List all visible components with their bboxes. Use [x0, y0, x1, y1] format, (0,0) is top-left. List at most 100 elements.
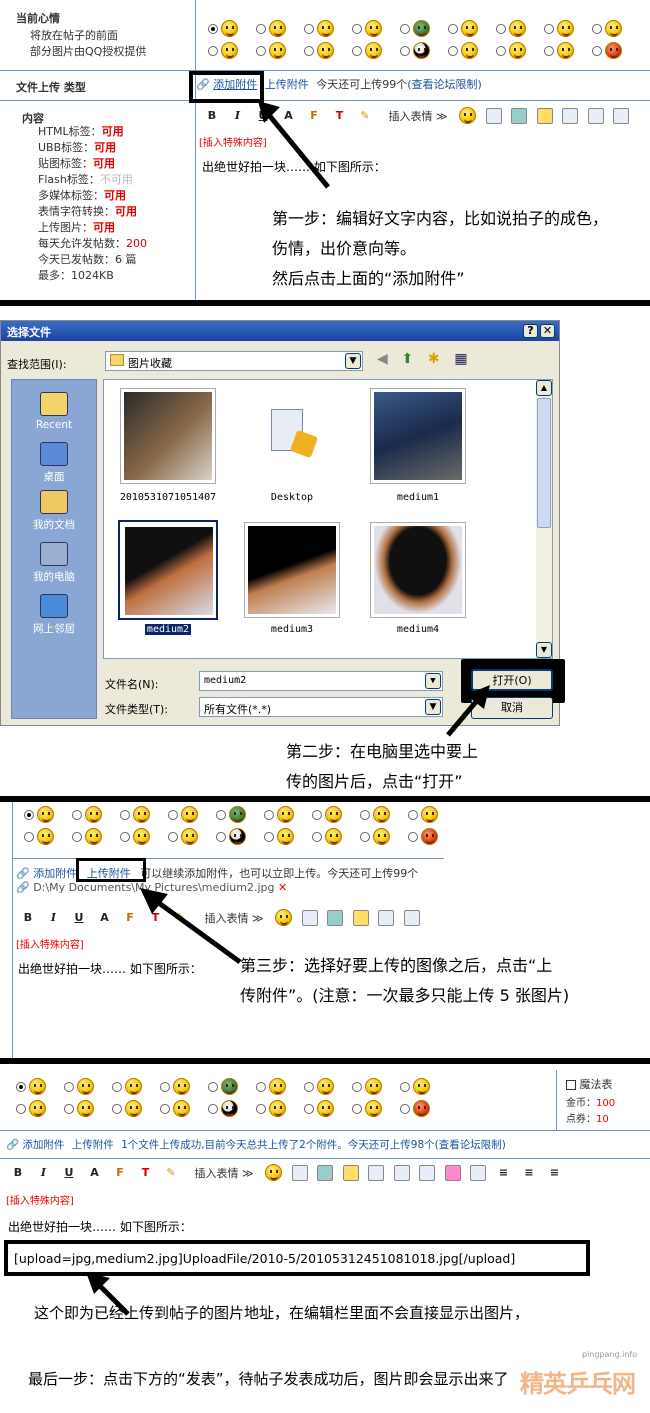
file-thumb[interactable] [120, 388, 216, 484]
mood-option[interactable] [304, 1078, 352, 1095]
italic-button[interactable]: I [36, 1165, 52, 1181]
mood-option[interactable] [24, 828, 72, 845]
mood-radio[interactable] [544, 23, 554, 34]
highlighter-icon[interactable]: ✎ [163, 1165, 179, 1181]
mood-radio[interactable] [352, 1081, 362, 1092]
people-icon[interactable] [485, 107, 502, 124]
mood-option[interactable] [544, 20, 592, 37]
music-icon[interactable] [352, 909, 369, 926]
italic-button[interactable]: I [46, 910, 62, 926]
mood-radio[interactable] [448, 23, 458, 34]
mood-option[interactable] [312, 828, 360, 845]
mood-option[interactable] [256, 42, 304, 59]
editor-body-text[interactable]: 出绝世好拍一块…… 如下图所示： [8, 1218, 192, 1235]
mood-radio[interactable] [16, 1081, 26, 1092]
places-item[interactable]: 网上邻居 [12, 594, 96, 636]
mood-row-1[interactable] [208, 20, 640, 42]
chevron-down-icon[interactable]: ▼ [425, 673, 441, 689]
file-list[interactable]: ▲ ▼ 2010531071051407 Desktop medium1 med… [103, 379, 553, 659]
highlighter-icon[interactable]: ✎ [357, 108, 373, 124]
mood-radio[interactable] [24, 831, 34, 842]
mood-option[interactable] [400, 1078, 448, 1095]
mood-option[interactable] [448, 20, 496, 37]
mood-option[interactable] [208, 20, 256, 37]
mood-row-1[interactable] [24, 806, 456, 828]
mood-option[interactable] [160, 1078, 208, 1095]
upload-attach-link[interactable]: 上传附件 [72, 1139, 114, 1151]
scroll-down-button[interactable]: ▼ [536, 642, 552, 658]
mood-radio[interactable] [208, 23, 218, 34]
mood-radio[interactable] [24, 809, 34, 820]
bold-button[interactable]: B [10, 1165, 26, 1181]
mood-row-2[interactable] [16, 1100, 448, 1122]
mood-option[interactable] [208, 1078, 256, 1095]
mood-option[interactable] [64, 1078, 112, 1095]
mood-radio[interactable] [256, 45, 266, 56]
mood-radio[interactable] [496, 23, 506, 34]
smiley-icon[interactable] [459, 107, 477, 124]
mood-radio[interactable] [592, 23, 602, 34]
mood-option[interactable] [160, 1100, 208, 1117]
mood-option[interactable] [216, 828, 264, 845]
file-thumb-selected[interactable] [118, 520, 218, 620]
music-icon[interactable] [342, 1164, 359, 1181]
mood-radio[interactable] [160, 1103, 170, 1114]
mood-option[interactable] [112, 1100, 160, 1117]
mood-option[interactable] [256, 1100, 304, 1117]
mood-option[interactable] [304, 42, 352, 59]
special-content-link[interactable]: [插入特殊内容] [16, 936, 84, 951]
mood-radio[interactable] [360, 831, 370, 842]
mood-radio[interactable] [72, 809, 82, 820]
upload-attach-link[interactable]: 上传附件 [265, 78, 309, 91]
mood-option[interactable] [24, 806, 72, 823]
bold-button[interactable]: B [204, 108, 220, 124]
image-icon[interactable] [327, 909, 344, 926]
file-thumb[interactable] [370, 388, 466, 484]
places-item[interactable]: 桌面 [12, 442, 96, 484]
limit-link[interactable]: (查看论坛限制) [435, 1139, 506, 1151]
font-face-button[interactable]: F [112, 1165, 128, 1181]
mood-radio[interactable] [256, 1081, 266, 1092]
mood-option[interactable] [168, 828, 216, 845]
underline-button[interactable]: U [71, 910, 87, 926]
mood-option[interactable] [208, 42, 256, 59]
mood-option[interactable] [120, 806, 168, 823]
table-icon[interactable] [419, 1164, 436, 1181]
filetype-select[interactable]: 所有文件(*.*) ▼ [199, 697, 443, 717]
image-icon[interactable] [317, 1164, 334, 1181]
add-attach-link[interactable]: 添加附件 [22, 1139, 64, 1151]
underline-button[interactable]: U [61, 1165, 77, 1181]
smiley-icon[interactable] [275, 909, 293, 926]
mood-option[interactable] [544, 42, 592, 59]
code-icon[interactable] [378, 909, 395, 926]
scroll-up-button[interactable]: ▲ [536, 380, 552, 396]
mood-radio[interactable] [544, 45, 554, 56]
insert-emote-button[interactable]: 插入表情 ≫ [389, 110, 448, 123]
mood-option[interactable] [208, 1100, 256, 1117]
mood-option[interactable] [408, 806, 456, 823]
mood-option[interactable] [64, 1100, 112, 1117]
chevron-down-icon[interactable]: ▼ [425, 699, 441, 715]
mood-option[interactable] [400, 20, 448, 37]
mood-radio[interactable] [408, 809, 418, 820]
mood-radio[interactable] [592, 45, 602, 56]
mood-radio[interactable] [312, 831, 322, 842]
mood-radio[interactable] [208, 1081, 218, 1092]
mood-radio[interactable] [120, 809, 130, 820]
mood-radio[interactable] [216, 831, 226, 842]
quote-icon[interactable] [587, 107, 604, 124]
mood-option[interactable] [216, 806, 264, 823]
scrollbar[interactable]: ▲ ▼ [536, 380, 552, 658]
mood-option[interactable] [592, 42, 640, 59]
mood-row-1[interactable] [16, 1078, 448, 1100]
new-folder-icon[interactable]: ✱ [428, 351, 450, 367]
mood-radio[interactable] [264, 809, 274, 820]
mood-radio[interactable] [360, 809, 370, 820]
font-color-button[interactable]: A [87, 1165, 103, 1181]
mood-radio[interactable] [112, 1103, 122, 1114]
strike-icon[interactable] [470, 1164, 487, 1181]
quote-icon[interactable] [393, 1164, 410, 1181]
italic-button[interactable]: I [230, 108, 246, 124]
chevron-down-icon[interactable]: ▼ [345, 353, 361, 369]
mood-radio[interactable] [352, 45, 362, 56]
